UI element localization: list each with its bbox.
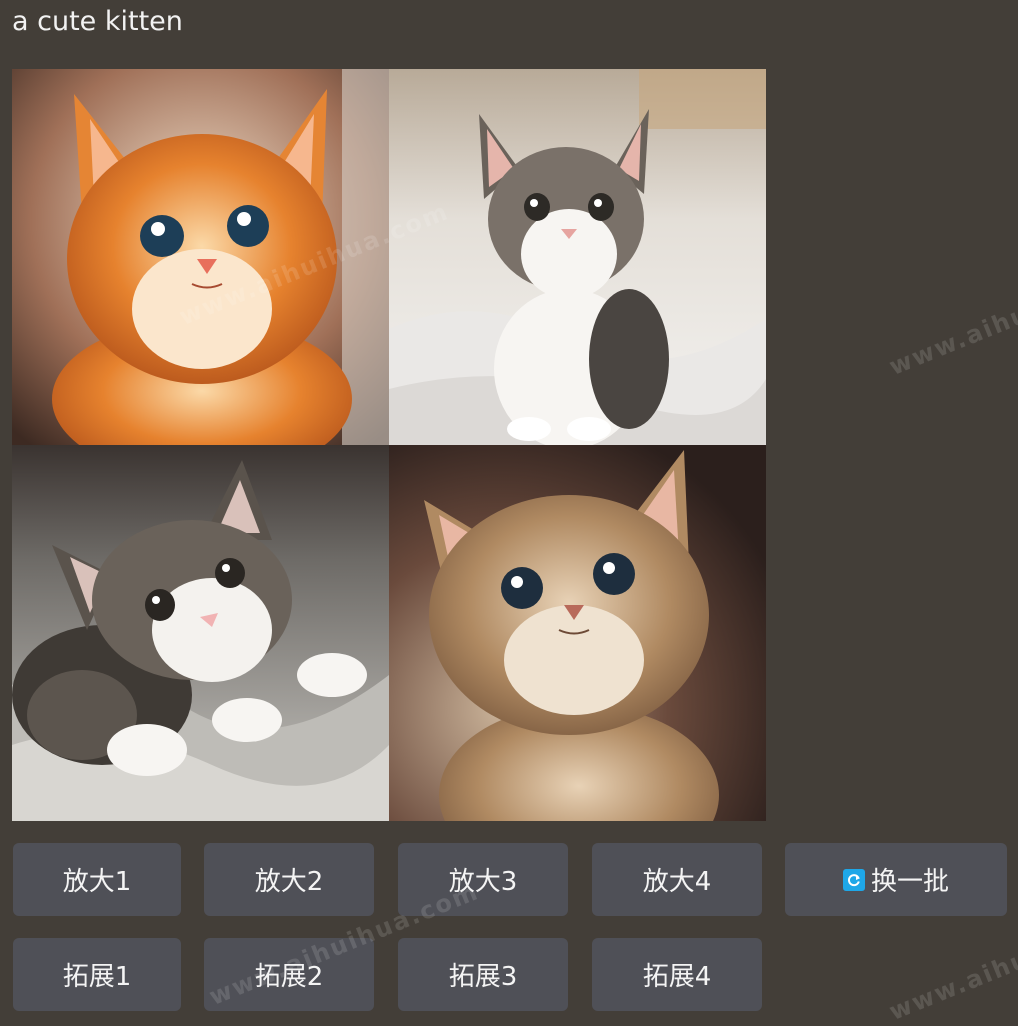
expand-button-3[interactable]: 拓展3 [398, 938, 568, 1011]
image-2[interactable] [389, 69, 766, 445]
image-4[interactable] [389, 445, 766, 821]
image-grid [12, 69, 766, 821]
upscale-button-3[interactable]: 放大3 [398, 843, 568, 916]
expand-button-4[interactable]: 拓展4 [592, 938, 762, 1011]
expand-button-2[interactable]: 拓展2 [204, 938, 374, 1011]
upscale-button-4[interactable]: 放大4 [592, 843, 762, 916]
refresh-icon [842, 868, 865, 891]
prompt-text: a cute kitten [12, 6, 183, 37]
refresh-batch-button[interactable]: 换一批 [785, 843, 1007, 916]
image-1[interactable] [12, 69, 389, 445]
upscale-button-1[interactable]: 放大1 [13, 843, 181, 916]
watermark-text: www.aihuihua.com [885, 247, 1018, 381]
expand-button-1[interactable]: 拓展1 [13, 938, 181, 1011]
image-3[interactable] [12, 445, 389, 821]
refresh-batch-label: 换一批 [870, 867, 949, 897]
upscale-button-2[interactable]: 放大2 [204, 843, 374, 916]
